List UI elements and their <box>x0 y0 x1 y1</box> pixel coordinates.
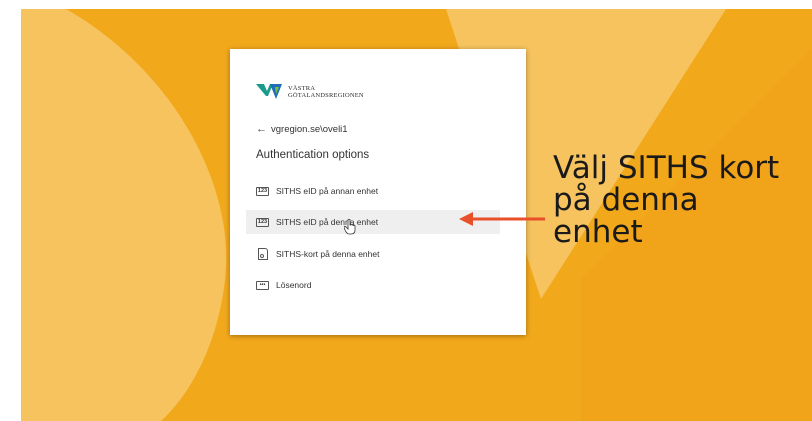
callout-line-1: Välj SITHS kort <box>553 150 780 186</box>
account-username: vgregion.se\oveli1 <box>271 123 348 135</box>
logo-line-2: GÖTALANDSREGIONEN <box>288 92 364 99</box>
number-pad-icon: 123 <box>256 186 269 196</box>
option-siths-card-this-device[interactable]: SITHS-kort på denna enhet <box>246 242 500 266</box>
number-pad-icon: 123 <box>256 217 269 227</box>
instruction-callout: Välj SITHS kort på denna enhet <box>553 152 779 248</box>
option-label: Lösenord <box>276 280 312 290</box>
back-arrow-icon[interactable]: ← <box>256 123 267 135</box>
hand-cursor-icon <box>344 219 356 235</box>
organization-logo: VÄSTRA GÖTALANDSREGIONEN <box>256 81 364 103</box>
smartcard-document-icon <box>258 248 268 260</box>
option-label: SITHS-kort på denna enhet <box>276 249 380 259</box>
callout-line-3: enhet <box>553 214 643 250</box>
logo-line-1: VÄSTRA <box>288 85 316 92</box>
option-label: SITHS eID på annan enhet <box>276 186 379 196</box>
option-password[interactable]: ••• Lösenord <box>246 273 500 297</box>
option-label: SITHS eID på denna enhet <box>276 217 379 227</box>
account-back-row[interactable]: ← vgregion.se\oveli1 <box>256 123 348 135</box>
pointer-arrow-icon <box>459 212 545 226</box>
callout-line-2: på denna <box>553 182 699 218</box>
page-title: Authentication options <box>256 149 370 161</box>
vgr-logo-icon <box>256 84 282 99</box>
password-dots-icon: ••• <box>256 280 269 290</box>
option-siths-eid-other-device[interactable]: 123 SITHS eID på annan enhet <box>246 179 500 203</box>
login-dialog: VÄSTRA GÖTALANDSREGIONEN ← vgregion.se\o… <box>230 49 526 335</box>
slide-background: VÄSTRA GÖTALANDSREGIONEN ← vgregion.se\o… <box>21 9 812 421</box>
